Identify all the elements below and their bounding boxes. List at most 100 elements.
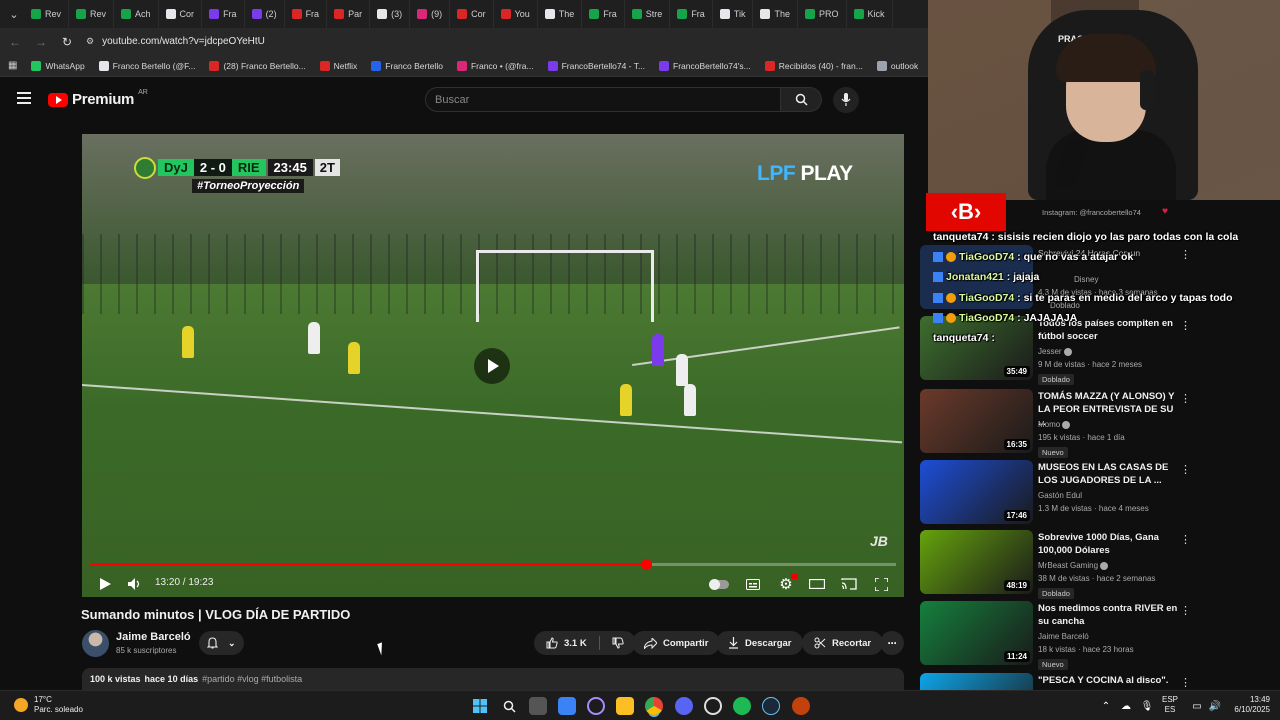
bookmark-item[interactable]: Recibidos (40) - fran... <box>764 60 863 71</box>
settings-button[interactable]: ⚙ <box>776 571 798 597</box>
browser-tab[interactable]: Tik <box>713 0 754 28</box>
partial-rec-more-icon[interactable]: ⋮ <box>1180 319 1191 332</box>
bookmark-item[interactable]: Franco Bertello (@F... <box>98 60 195 71</box>
more-vertical-icon[interactable]: ⋮ <box>1180 463 1191 476</box>
description-box[interactable]: 100 k vistas hace 10 días #partido #vlog… <box>82 668 904 692</box>
browser-tab[interactable]: (3) <box>370 0 411 28</box>
browser-tab[interactable]: (9) <box>410 0 451 28</box>
discord-icon[interactable] <box>675 697 693 715</box>
share-button[interactable]: Compartir <box>632 631 721 655</box>
more-actions-button[interactable]: ··· <box>880 631 904 655</box>
chevron-up-icon[interactable]: ⌃ <box>1097 697 1115 715</box>
channel-avatar[interactable] <box>82 630 109 657</box>
recommended-channel[interactable]: MrBeast Gaming <box>1038 561 1098 570</box>
recommended-channel[interactable]: Momo <box>1038 420 1060 429</box>
recommended-video[interactable]: 11:24 Nos medimos contra RIVER en su canc… <box>920 601 1280 670</box>
browser-tab[interactable]: Kick <box>847 0 893 28</box>
partial-rec-more-icon[interactable]: ⋮ <box>1180 248 1191 261</box>
browser-tab[interactable]: Cor <box>450 0 494 28</box>
valorant-icon[interactable] <box>792 697 810 715</box>
recommended-title[interactable]: MUSEOS EN LAS CASAS DE LOS JUGADORES DE … <box>1038 461 1178 487</box>
browser-tab[interactable]: Fra <box>202 0 245 28</box>
recommended-video[interactable]: 16:35 TOMÁS MAZZA (Y ALONSO) Y LA PEOR EN… <box>920 389 1280 458</box>
browser-tab[interactable]: The <box>538 0 583 28</box>
video-thumbnail[interactable]: 16:35 <box>920 389 1033 453</box>
browser-tab[interactable]: Fra <box>285 0 328 28</box>
subtitles-button[interactable] <box>744 571 762 597</box>
cast-button[interactable] <box>840 571 858 597</box>
more-vertical-icon[interactable]: ⋮ <box>1180 392 1191 405</box>
language-indicator[interactable]: ESP ES <box>1162 695 1178 715</box>
center-play-button[interactable] <box>474 348 510 384</box>
progress-bar[interactable] <box>90 559 896 570</box>
spotify-icon[interactable] <box>733 697 751 715</box>
recommended-channel[interactable]: Jesser <box>1038 347 1062 356</box>
browser-tab[interactable]: (2) <box>245 0 285 28</box>
notifications-button[interactable]: ⌄ <box>199 631 244 655</box>
bookmark-item[interactable]: Franco Bertello <box>371 60 443 71</box>
tab-search-icon[interactable]: ⌄ <box>4 4 24 24</box>
browser-tab[interactable]: Rev <box>24 0 70 28</box>
recommended-video[interactable]: 35:49 Todos los países compiten en fútbol… <box>920 316 1280 385</box>
network-tray-icon[interactable]: ☁ <box>1117 697 1135 715</box>
menu-icon[interactable] <box>17 92 31 104</box>
autoplay-toggle[interactable] <box>708 571 730 597</box>
video-thumbnail[interactable]: 17:46 <box>920 460 1033 524</box>
browser-tab[interactable]: Fra <box>582 0 625 28</box>
cortana-icon[interactable] <box>587 697 605 715</box>
channel-name[interactable]: Jaime Barceló <box>116 631 191 643</box>
mic-tray-icon[interactable]: 🎙 <box>1138 697 1156 715</box>
recommended-title[interactable]: Sobrevive 1000 Días, Gana 100,000 Dólare… <box>1038 531 1178 557</box>
video-thumbnail[interactable]: 11:24 <box>920 601 1033 665</box>
bookmark-item[interactable]: Netflix <box>319 60 357 71</box>
more-vertical-icon[interactable]: ⋮ <box>1180 533 1191 546</box>
bookmark-item[interactable]: (28) Franco Bertello... <box>209 60 306 71</box>
youtube-logo[interactable]: Premium AR <box>48 89 148 108</box>
browser-tab[interactable]: Rev <box>69 0 115 28</box>
clock[interactable]: 13:49 6/10/2025 <box>1228 695 1270 715</box>
apps-icon[interactable]: ▦ <box>8 60 17 71</box>
steam-icon[interactable] <box>762 697 780 715</box>
display-tray-icon[interactable]: ▭ <box>1188 697 1206 715</box>
start-icon[interactable] <box>471 697 489 715</box>
bookmark-item[interactable]: Franco • (@fra... <box>456 60 534 71</box>
back-icon[interactable]: ← <box>8 35 22 49</box>
more-vertical-icon[interactable]: ⋮ <box>1180 604 1191 617</box>
fullscreen-button[interactable] <box>872 571 890 597</box>
file-explorer-icon[interactable] <box>616 697 634 715</box>
bookmark-item[interactable]: outlook <box>876 60 918 71</box>
chrome-icon[interactable] <box>645 697 663 715</box>
recommended-video[interactable]: 48:19 Sobrevive 1000 Días, Gana 100,000 D… <box>920 530 1280 599</box>
browser-tab[interactable]: Stre <box>625 0 671 28</box>
forward-icon[interactable]: → <box>34 35 48 49</box>
volume-tray-icon[interactable]: 🔊 <box>1206 697 1224 715</box>
bookmark-item[interactable]: WhatsApp <box>31 60 85 71</box>
recommended-channel[interactable]: Jaime Barceló <box>1038 632 1089 641</box>
browser-tab[interactable]: Par <box>327 0 371 28</box>
weather-widget[interactable]: 17°C Parc. soleado <box>14 695 83 715</box>
bookmark-item[interactable]: FrancoBertello74 - T... <box>547 60 645 71</box>
video-thumbnail[interactable]: 48:19 <box>920 530 1033 594</box>
task-view-icon[interactable] <box>529 697 547 715</box>
reload-icon[interactable]: ↻ <box>60 35 74 49</box>
download-button[interactable]: Descargar <box>716 631 804 655</box>
recommended-title[interactable]: Nos medimos contra RIVER en su cancha <box>1038 602 1178 628</box>
browser-tab[interactable]: Fra <box>670 0 713 28</box>
browser-tab[interactable]: Ach <box>114 0 159 28</box>
volume-button[interactable] <box>126 571 144 597</box>
obs-icon[interactable] <box>704 697 722 715</box>
browser-tab[interactable]: You <box>494 0 538 28</box>
search-taskbar-icon[interactable] <box>500 697 518 715</box>
like-button[interactable]: 3.1 K <box>534 631 636 655</box>
video-thumbnail[interactable]: 35:49 <box>920 316 1033 380</box>
search-button[interactable] <box>781 87 822 112</box>
browser-tab[interactable]: Cor <box>159 0 203 28</box>
url-field[interactable]: ⚙ youtube.com/watch?v=jdcpeOYeHtU <box>86 36 265 47</box>
play-button[interactable] <box>96 571 114 597</box>
voice-search-button[interactable] <box>833 87 859 113</box>
store-icon[interactable] <box>558 697 576 715</box>
browser-tab[interactable]: The <box>753 0 798 28</box>
theater-mode-button[interactable] <box>808 571 826 597</box>
recommended-title[interactable]: "PESCA Y COCINA al disco". <box>1038 674 1178 687</box>
more-vertical-icon[interactable]: ⋮ <box>1180 676 1191 689</box>
